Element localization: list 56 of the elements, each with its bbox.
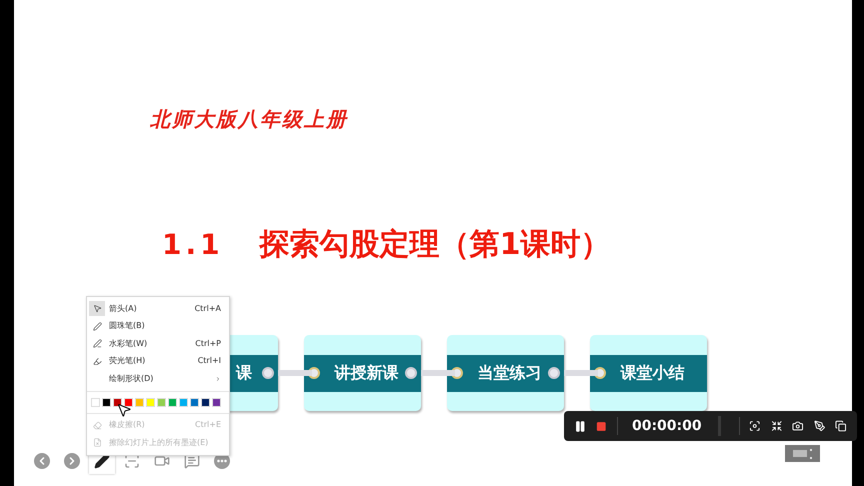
shortcut-text: Ctrl+E <box>195 419 221 432</box>
pause-icon[interactable] <box>574 420 586 432</box>
menu-label: 绘制形状(D) <box>109 372 154 385</box>
slide-title: 探索勾股定理（第1课时） <box>260 226 610 264</box>
connector-bar <box>421 370 455 376</box>
window-icon[interactable] <box>835 420 847 432</box>
zoom-icon <box>124 453 140 469</box>
color-swatch[interactable] <box>124 398 133 406</box>
menu-label: 水彩笔(W) <box>109 338 148 350</box>
menu-item[interactable]: 荧光笔(H) Ctrl+I <box>87 352 229 370</box>
connector-bar <box>278 370 312 376</box>
step-label: 课堂小结 <box>620 362 684 384</box>
recording-time: 00:00:00 <box>632 416 702 436</box>
color-swatch[interactable] <box>135 398 144 406</box>
menu-item[interactable]: 水彩笔(W) Ctrl+P <box>87 335 229 352</box>
menu-label: 箭头(A) <box>109 302 137 315</box>
pen-icon[interactable] <box>814 420 826 432</box>
pen-icon <box>94 453 110 469</box>
clear-slide-icon <box>92 438 102 448</box>
subtitles-icon <box>184 453 200 469</box>
stop-icon[interactable] <box>596 420 608 432</box>
connector-bar <box>564 370 598 376</box>
keyboard-widget-icon[interactable] <box>785 445 820 462</box>
color-swatch[interactable] <box>179 398 188 406</box>
menu-label: 擦除幻灯片上的所有墨迹(E) <box>109 436 208 449</box>
menu-label: 圆珠笔(B) <box>109 320 145 332</box>
menu-label: 橡皮擦(R) <box>109 419 145 432</box>
mouse-pointer-icon <box>116 402 132 418</box>
color-swatch[interactable] <box>212 398 221 406</box>
step-label: 当堂练习 <box>478 362 542 384</box>
slide-subtitle: 北师大版八年级上册 <box>150 106 349 133</box>
pen-icon <box>92 322 102 331</box>
color-swatch[interactable] <box>168 398 177 406</box>
color-swatch[interactable] <box>102 398 111 406</box>
color-swatch[interactable] <box>146 398 155 406</box>
color-swatch[interactable] <box>91 398 100 406</box>
menu-label: 荧光笔(H) <box>109 355 146 368</box>
color-swatch[interactable] <box>157 398 166 406</box>
screenshot-region-icon[interactable] <box>749 420 761 432</box>
menu-item[interactable]: 圆珠笔(B) <box>87 318 229 335</box>
menu-item[interactable]: 箭头(A) Ctrl+A <box>87 300 229 318</box>
shortcut-text: Ctrl+A <box>194 302 221 315</box>
pointer-icon <box>92 304 102 314</box>
highlighter-icon <box>92 356 102 366</box>
step-label: 讲授新课 <box>334 362 398 384</box>
shortcut-text: Ctrl+P <box>195 338 221 350</box>
shortcut-text: Ctrl+I <box>198 355 221 368</box>
step-label: 课 <box>236 362 252 384</box>
eraser-icon <box>92 420 102 430</box>
menu-item[interactable]: 绘制形状(D) <box>87 370 229 388</box>
color-swatch[interactable] <box>190 398 199 406</box>
shrink-icon[interactable] <box>770 420 782 432</box>
camera-icon[interactable] <box>792 420 804 432</box>
pencil-icon <box>92 339 102 348</box>
section-number: 1.1 <box>162 226 224 262</box>
color-swatch[interactable] <box>201 398 210 406</box>
